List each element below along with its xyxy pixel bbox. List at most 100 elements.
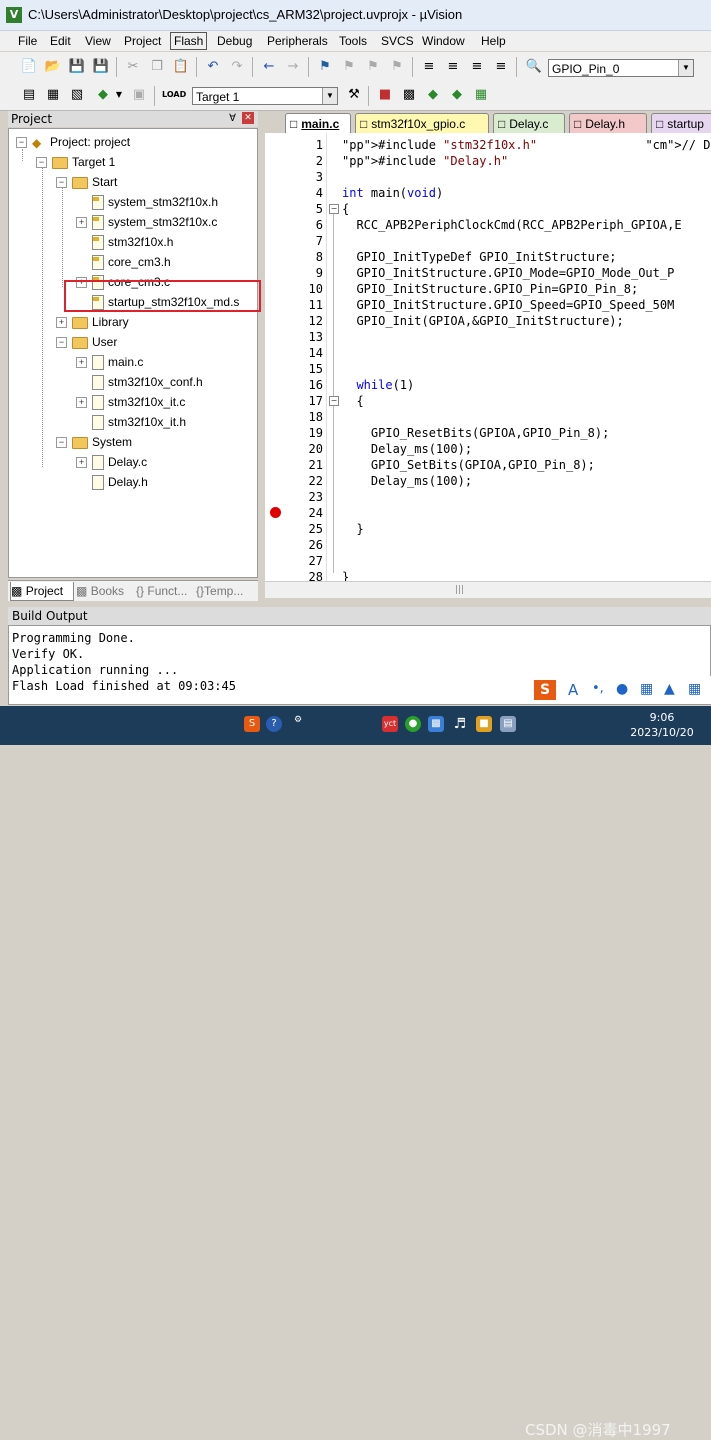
save-icon[interactable]: 💾 — [68, 58, 86, 76]
expand-icon[interactable]: + — [56, 317, 67, 328]
network-tray-icon[interactable]: ▩ — [428, 716, 444, 732]
close-icon[interactable]: ✕ — [242, 112, 254, 124]
translate-icon[interactable]: ▤ — [20, 86, 38, 104]
code-editor[interactable]: − − 1 "pp">#include "stm32f10x.h" "cm">//… — [265, 133, 711, 581]
code-line[interactable]: GPIO_InitStructure.GPIO_Pin=GPIO_Pin_8; — [342, 281, 638, 297]
tree-file[interactable]: Delay.h — [92, 473, 148, 491]
menu-edit[interactable]: Edit — [47, 33, 74, 49]
tab-delay-c[interactable]: □ Delay.c — [493, 113, 565, 134]
yict-tray-icon[interactable]: yct — [382, 716, 398, 732]
code-line[interactable]: GPIO_InitStructure.GPIO_Mode=GPIO_Mode_O… — [342, 265, 674, 281]
code-line[interactable]: Delay_ms(100); — [342, 441, 472, 457]
toolbox-icon[interactable]: ▦ — [688, 681, 701, 697]
stop-build-icon[interactable]: ▣ — [130, 86, 148, 104]
undo-icon[interactable]: ↶ — [204, 58, 222, 76]
clear-bookmarks-icon[interactable]: ⚑ — [388, 58, 406, 76]
fold-collapse-icon[interactable]: − — [329, 204, 339, 214]
unindent-icon[interactable]: ≡ — [444, 58, 462, 76]
paste-icon[interactable]: 📋 — [172, 58, 190, 76]
input-mode-icon[interactable]: A — [568, 681, 578, 699]
code-line[interactable]: "pp">#include "stm32f10x.h" "cm">// Dev — [342, 137, 711, 153]
tab-templates[interactable]: {}Temp... — [196, 582, 243, 600]
comment-icon[interactable]: ≡ — [468, 58, 486, 76]
file-extensions-icon[interactable]: ▩ — [400, 86, 418, 104]
settings-tray-icon[interactable]: ⚙ — [290, 712, 306, 728]
menu-project[interactable]: Project — [121, 33, 164, 49]
code-line[interactable]: GPIO_SetBits(GPIOA,GPIO_Pin_8); — [342, 457, 595, 473]
tab-stm32f10x-gpio-c[interactable]: □ stm32f10x_gpio.c — [355, 113, 489, 134]
tree-file[interactable]: system_stm32f10x.h — [92, 193, 218, 211]
save-all-icon[interactable]: 💾 — [92, 58, 110, 76]
manage-runtime-icon[interactable]: ◆ — [448, 86, 466, 104]
tree-file[interactable]: stm32f10x_conf.h — [92, 373, 203, 391]
expand-icon[interactable]: + — [76, 357, 87, 368]
code-line[interactable]: "pp">#include "Delay.h" — [342, 153, 508, 169]
code-line[interactable]: RCC_APB2PeriphClockCmd(RCC_APB2Periph_GP… — [342, 217, 681, 233]
code-line[interactable]: GPIO_InitTypeDef GPIO_InitStructure; — [342, 249, 616, 265]
code-line[interactable]: { — [342, 201, 349, 217]
menu-window[interactable]: Window — [419, 33, 468, 49]
indent-icon[interactable]: ≡ — [420, 58, 438, 76]
system-clock[interactable]: 9:06 2023/10/20 — [622, 710, 702, 740]
code-line[interactable]: GPIO_Init(GPIOA,&GPIO_InitStructure); — [342, 313, 623, 329]
menu-svcs[interactable]: SVCS — [378, 33, 417, 49]
sogou-icon[interactable]: S — [534, 680, 556, 700]
help-tray-icon[interactable]: ? — [266, 716, 282, 732]
pack-installer-icon[interactable]: ▦ — [472, 86, 490, 104]
select-packs-icon[interactable]: ◆ — [424, 86, 442, 104]
expand-icon[interactable]: + — [76, 397, 87, 408]
copy-icon[interactable]: ❐ — [148, 58, 166, 76]
bookmark-icon[interactable]: ⚑ — [316, 58, 334, 76]
menu-peripherals[interactable]: Peripherals — [264, 33, 331, 49]
target-select[interactable]: Target 1 ▼ — [192, 87, 338, 105]
skin-icon[interactable]: ▲ — [664, 681, 675, 697]
menu-view[interactable]: View — [82, 33, 114, 49]
code-line[interactable]: { — [342, 393, 363, 409]
chevron-down-icon[interactable]: ▼ — [322, 88, 337, 104]
expand-icon[interactable]: + — [76, 457, 87, 468]
tab-main-c[interactable]: □ main.c — [285, 113, 351, 134]
nav-forward-icon[interactable]: → — [284, 58, 302, 76]
collapse-icon[interactable]: − — [56, 337, 67, 348]
prev-bookmark-icon[interactable]: ⚑ — [340, 58, 358, 76]
next-bookmark-icon[interactable]: ⚑ — [364, 58, 382, 76]
code-line[interactable]: while(1) — [342, 377, 414, 393]
tab-books[interactable]: ▩ Books — [76, 582, 124, 600]
folder-tray-icon[interactable]: ■ — [476, 716, 492, 732]
nav-back-icon[interactable]: ← — [260, 58, 278, 76]
tree-file[interactable]: core_cm3.h — [92, 253, 171, 271]
microphone-icon[interactable]: ● — [616, 681, 628, 697]
sogou-tray-icon[interactable]: S — [244, 716, 260, 732]
find-combo[interactable]: GPIO_Pin_0 ▼ — [548, 59, 694, 77]
uncomment-icon[interactable]: ≡ — [492, 58, 510, 76]
collapse-icon[interactable]: − — [16, 137, 27, 148]
expand-icon[interactable]: + — [76, 217, 87, 228]
tab-startup[interactable]: □ startup — [651, 113, 711, 134]
keyboard-icon[interactable]: ▦ — [640, 681, 653, 697]
find-in-files-icon[interactable]: 🔍 — [525, 58, 543, 76]
cut-icon[interactable]: ✂ — [124, 58, 142, 76]
chevron-down-icon[interactable]: ▼ — [110, 86, 128, 104]
redo-icon[interactable]: ↷ — [228, 58, 246, 76]
code-line[interactable]: GPIO_InitStructure.GPIO_Speed=GPIO_Speed… — [342, 297, 674, 313]
load-download-icon[interactable]: LOAD — [162, 86, 186, 104]
fold-collapse-icon[interactable]: − — [329, 396, 339, 406]
open-file-icon[interactable]: 📂 — [44, 58, 62, 76]
volume-icon[interactable]: ♬ — [452, 716, 468, 732]
editor-horizontal-scrollbar[interactable]: ||| — [265, 581, 711, 598]
menu-tools[interactable]: Tools — [336, 33, 370, 49]
collapse-icon[interactable]: − — [36, 157, 47, 168]
menu-file[interactable]: File — [15, 33, 40, 49]
punctuation-icon[interactable]: •, — [592, 681, 604, 696]
rebuild-icon[interactable]: ▧ — [68, 86, 86, 104]
code-line[interactable]: Delay_ms(100); — [342, 473, 472, 489]
menu-debug[interactable]: Debug — [214, 33, 255, 49]
collapse-icon[interactable]: − — [56, 177, 67, 188]
code-line[interactable]: } — [342, 569, 349, 581]
chevron-down-icon[interactable]: ▼ — [678, 60, 693, 76]
tree-file[interactable]: stm32f10x_it.h — [92, 413, 186, 431]
pin-icon[interactable]: ∀ — [229, 111, 236, 127]
code-line[interactable]: int main(void) — [342, 185, 443, 201]
new-file-icon[interactable]: 📄 — [20, 58, 38, 76]
menu-help[interactable]: Help — [478, 33, 509, 49]
